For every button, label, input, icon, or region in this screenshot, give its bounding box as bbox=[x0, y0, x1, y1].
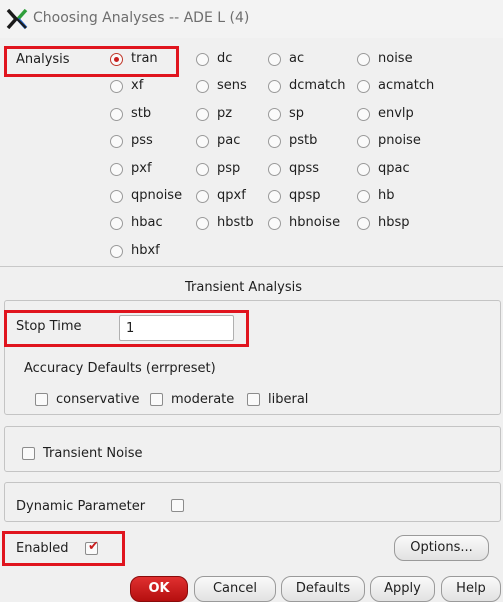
enabled-checkbox[interactable]: ✔ bbox=[85, 539, 99, 555]
radio-pac[interactable] bbox=[196, 135, 209, 148]
dynamic-parameter-checkbox[interactable] bbox=[171, 499, 184, 512]
radio-label-psp: psp bbox=[217, 161, 241, 176]
checkmark-icon: ✔ bbox=[88, 539, 99, 554]
conservative-label: conservative bbox=[56, 392, 140, 407]
radio-ac[interactable] bbox=[268, 53, 281, 66]
radio-sp[interactable] bbox=[268, 108, 281, 121]
radio-pnoise[interactable] bbox=[357, 135, 370, 148]
radio-label-hb: hb bbox=[378, 188, 395, 203]
radio-label-sens: sens bbox=[217, 78, 247, 93]
radio-tran[interactable] bbox=[110, 53, 123, 66]
radio-envlp[interactable] bbox=[357, 108, 370, 121]
radio-hbxf[interactable] bbox=[110, 245, 123, 258]
radio-label-sp: sp bbox=[289, 106, 305, 121]
radio-label-qpxf: qpxf bbox=[217, 188, 246, 203]
radio-sens[interactable] bbox=[196, 80, 209, 93]
radio-label-qpnoise: qpnoise bbox=[131, 188, 183, 203]
radio-label-hbac: hbac bbox=[131, 215, 163, 230]
dynamic-parameter-label: Dynamic Parameter bbox=[16, 499, 146, 514]
radio-pstb[interactable] bbox=[268, 135, 281, 148]
radio-label-qpac: qpac bbox=[378, 161, 410, 176]
radio-label-qpsp: qpsp bbox=[289, 188, 321, 203]
transient-section-title: Transient Analysis bbox=[185, 280, 302, 295]
radio-label-pz: pz bbox=[217, 106, 233, 121]
radio-label-ac: ac bbox=[289, 51, 305, 66]
radio-label-pac: pac bbox=[217, 133, 241, 148]
accuracy-defaults-label: Accuracy Defaults (errpreset) bbox=[24, 361, 216, 376]
radio-xf[interactable] bbox=[110, 80, 123, 93]
liberal-checkbox[interactable] bbox=[247, 393, 260, 406]
radio-acmatch[interactable] bbox=[357, 80, 370, 93]
radio-label-pss: pss bbox=[131, 133, 153, 148]
radio-dcmatch[interactable] bbox=[268, 80, 281, 93]
stop-time-input[interactable] bbox=[119, 315, 234, 341]
radio-label-hbnoise: hbnoise bbox=[289, 215, 341, 230]
moderate-label: moderate bbox=[171, 392, 235, 407]
cancel-button[interactable]: Cancel bbox=[194, 576, 276, 602]
radio-pz[interactable] bbox=[196, 108, 209, 121]
radio-label-acmatch: acmatch bbox=[378, 78, 435, 93]
radio-qpxf[interactable] bbox=[196, 190, 209, 203]
radio-label-pstb: pstb bbox=[289, 133, 318, 148]
radio-label-hbxf: hbxf bbox=[131, 243, 160, 258]
transient-noise-label: Transient Noise bbox=[43, 446, 143, 461]
liberal-label: liberal bbox=[268, 392, 309, 407]
window-title: Choosing Analyses -- ADE L (4) bbox=[33, 10, 250, 26]
radio-hbac[interactable] bbox=[110, 217, 123, 230]
apply-button[interactable]: Apply bbox=[370, 576, 435, 602]
radio-label-pxf: pxf bbox=[131, 161, 152, 176]
radio-label-stb: stb bbox=[131, 106, 152, 121]
radio-noise[interactable] bbox=[357, 53, 370, 66]
conservative-checkbox[interactable] bbox=[35, 393, 48, 406]
radio-psp[interactable] bbox=[196, 163, 209, 176]
radio-label-xf: xf bbox=[131, 78, 144, 93]
radio-label-dcmatch: dcmatch bbox=[289, 78, 346, 93]
radio-label-hbsp: hbsp bbox=[378, 215, 410, 230]
transient-noise-checkbox[interactable] bbox=[22, 447, 35, 460]
section-separator bbox=[0, 266, 503, 267]
title-bar: Choosing Analyses -- ADE L (4) bbox=[0, 0, 503, 38]
stop-time-label: Stop Time bbox=[16, 319, 82, 334]
enabled-label: Enabled bbox=[16, 541, 69, 556]
radio-hbnoise[interactable] bbox=[268, 217, 281, 230]
defaults-button[interactable]: Defaults bbox=[281, 576, 365, 602]
radio-hbsp[interactable] bbox=[357, 217, 370, 230]
radio-label-hbstb: hbstb bbox=[217, 215, 254, 230]
help-button[interactable]: Help bbox=[441, 576, 501, 602]
analysis-label: Analysis bbox=[16, 52, 70, 67]
radio-hbstb[interactable] bbox=[196, 217, 209, 230]
app-logo-icon bbox=[6, 8, 28, 30]
radio-label-pnoise: pnoise bbox=[378, 133, 421, 148]
radio-label-dc: dc bbox=[217, 51, 233, 66]
radio-qpsp[interactable] bbox=[268, 190, 281, 203]
radio-qpss[interactable] bbox=[268, 163, 281, 176]
radio-qpac[interactable] bbox=[357, 163, 370, 176]
radio-pxf[interactable] bbox=[110, 163, 123, 176]
radio-stb[interactable] bbox=[110, 108, 123, 121]
radio-pss[interactable] bbox=[110, 135, 123, 148]
radio-label-tran: tran bbox=[131, 51, 158, 66]
radio-label-envlp: envlp bbox=[378, 106, 414, 121]
ok-button[interactable]: OK bbox=[130, 576, 188, 602]
radio-label-noise: noise bbox=[378, 51, 413, 66]
radio-hb[interactable] bbox=[357, 190, 370, 203]
radio-qpnoise[interactable] bbox=[110, 190, 123, 203]
radio-label-qpss: qpss bbox=[289, 161, 320, 176]
options-button[interactable]: Options... bbox=[394, 535, 489, 561]
radio-dc[interactable] bbox=[196, 53, 209, 66]
moderate-checkbox[interactable] bbox=[150, 393, 163, 406]
